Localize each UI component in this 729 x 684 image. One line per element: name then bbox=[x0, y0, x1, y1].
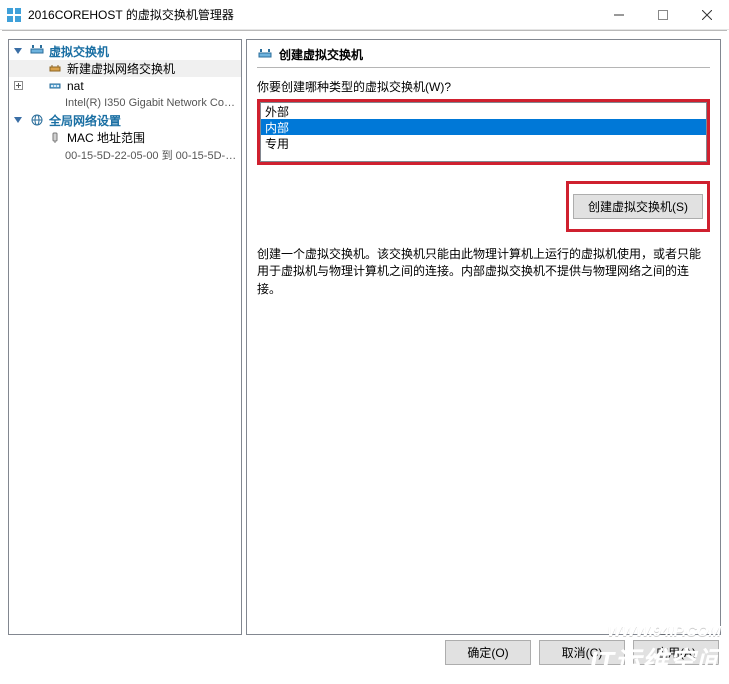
tree-section-global[interactable]: 全局网络设置 bbox=[9, 111, 241, 129]
tree-item-mac-sub: 00-15-5D-22-05-00 到 00-15-5D-2… bbox=[9, 146, 241, 163]
right-panel: 创建虚拟交换机 你要创建哪种类型的虚拟交换机(W)? 外部 内部 专用 创建虚拟… bbox=[246, 39, 721, 635]
global-net-icon bbox=[29, 113, 45, 127]
tree-item-sublabel: 00-15-5D-22-05-00 到 00-15-5D-2… bbox=[65, 147, 239, 163]
tree-section-label: 虚拟交换机 bbox=[49, 43, 109, 60]
create-button-row: 创建虚拟交换机(S) bbox=[257, 181, 710, 232]
tree-item-sublabel: Intel(R) I350 Gigabit Network Con… bbox=[65, 97, 239, 109]
tree-section-vswitch[interactable]: 虚拟交换机 bbox=[9, 42, 241, 60]
right-panel-header: 创建虚拟交换机 bbox=[257, 44, 710, 68]
vswitch-icon bbox=[29, 44, 45, 58]
dialog-footer: 确定(O) 取消(C) 应用(A) bbox=[0, 635, 729, 669]
plus-icon bbox=[14, 81, 23, 90]
vswitch-icon bbox=[257, 48, 273, 62]
tree-item-label: nat bbox=[67, 79, 239, 93]
mac-icon bbox=[47, 131, 63, 145]
content-area: 虚拟交换机 新建虚拟网络交换机 nat Intel(R) bbox=[0, 31, 729, 635]
expander-icon bbox=[13, 46, 24, 57]
create-switch-button[interactable]: 创建虚拟交换机(S) bbox=[573, 194, 703, 219]
tree-item-new-vswitch[interactable]: 新建虚拟网络交换机 bbox=[9, 60, 241, 77]
tree-section-label: 全局网络设置 bbox=[49, 112, 121, 129]
switch-type-private[interactable]: 专用 bbox=[261, 135, 706, 151]
tree-item-label: MAC 地址范围 bbox=[67, 129, 239, 146]
left-panel: 虚拟交换机 新建虚拟网络交换机 nat Intel(R) bbox=[8, 39, 242, 635]
switch-type-internal[interactable]: 内部 bbox=[261, 119, 706, 135]
cancel-button[interactable]: 取消(C) bbox=[539, 640, 625, 665]
nat-icon bbox=[47, 79, 63, 93]
tree-item-label: 新建虚拟网络交换机 bbox=[67, 60, 239, 77]
window-title: 2016COREHOST 的虚拟交换机管理器 bbox=[28, 6, 597, 23]
app-icon bbox=[6, 7, 22, 23]
network-icon bbox=[47, 62, 63, 76]
title-bar: 2016COREHOST 的虚拟交换机管理器 bbox=[0, 0, 729, 30]
ok-button[interactable]: 确定(O) bbox=[445, 640, 531, 665]
switch-type-list[interactable]: 外部 内部 专用 bbox=[260, 102, 707, 162]
switch-type-highlight: 外部 内部 专用 bbox=[257, 99, 710, 165]
tree: 虚拟交换机 新建虚拟网络交换机 nat Intel(R) bbox=[9, 40, 241, 165]
list-opt-label: 外部 bbox=[265, 103, 289, 120]
apply-button[interactable]: 应用(A) bbox=[633, 640, 719, 665]
maximize-button[interactable] bbox=[641, 0, 685, 30]
create-button-highlight: 创建虚拟交换机(S) bbox=[566, 181, 710, 232]
switch-type-description: 创建一个虚拟交换机。该交换机只能由此物理计算机上运行的虚拟机使用，或者只能用于虚… bbox=[257, 246, 710, 298]
list-opt-label: 专用 bbox=[265, 135, 289, 152]
minimize-button[interactable] bbox=[597, 0, 641, 30]
tree-item-nat-sub: Intel(R) I350 Gigabit Network Con… bbox=[9, 94, 241, 111]
tree-item-nat[interactable]: nat bbox=[9, 77, 241, 94]
tree-item-mac-range[interactable]: MAC 地址范围 bbox=[9, 129, 241, 146]
list-opt-label: 内部 bbox=[265, 119, 289, 136]
switch-type-external[interactable]: 外部 bbox=[261, 103, 706, 119]
right-panel-title: 创建虚拟交换机 bbox=[279, 46, 363, 63]
window-controls bbox=[597, 0, 729, 30]
expander-icon bbox=[13, 115, 24, 126]
close-button[interactable] bbox=[685, 0, 729, 30]
switch-type-question: 你要创建哪种类型的虚拟交换机(W)? bbox=[257, 78, 710, 95]
